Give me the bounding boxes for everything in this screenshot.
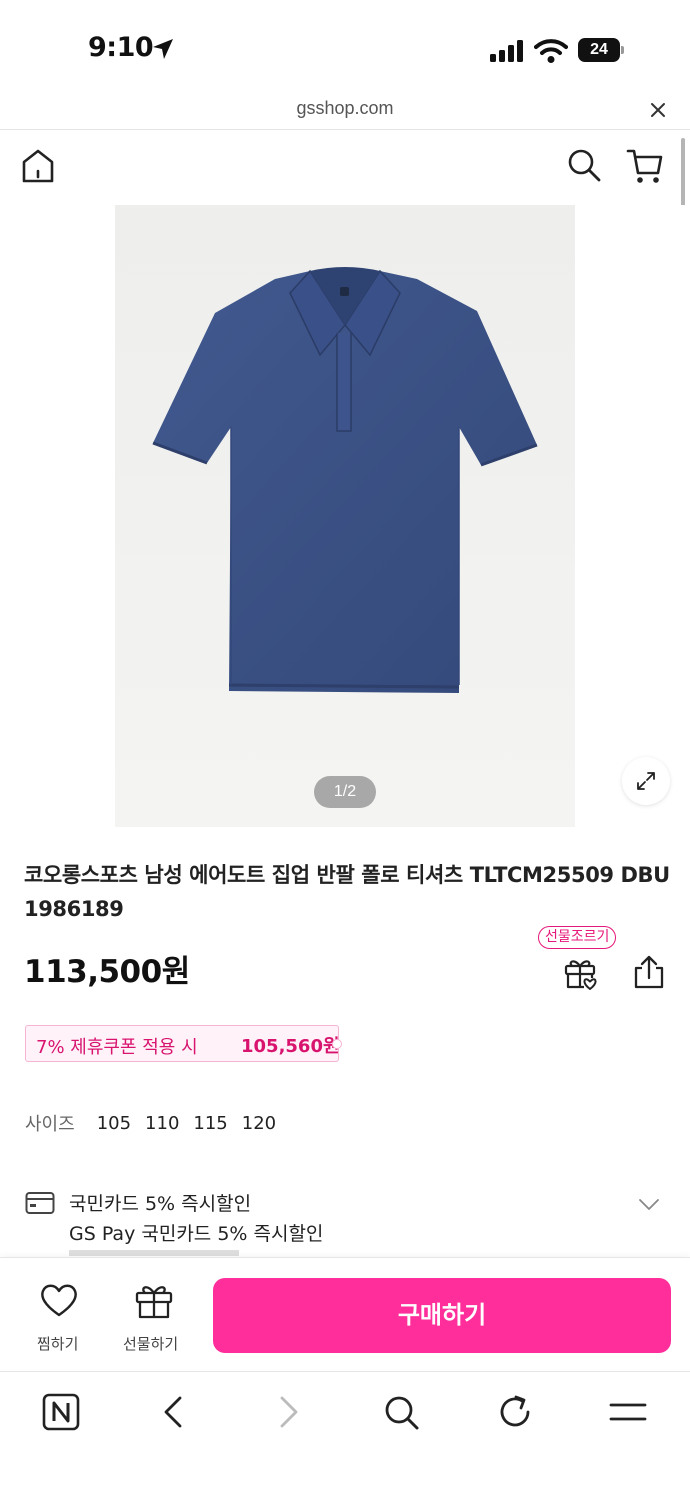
search-icon[interactable]: [566, 147, 602, 183]
card-benefit: GS Pay 국민카드 5% 즉시할인: [69, 1223, 324, 1245]
size-option[interactable]: 120: [242, 1113, 276, 1134]
product-title: 코오롱스포츠 남성 에어도트 집업 반팔 폴로 티셔츠 TLTCM25509 D…: [24, 863, 670, 921]
product-price: 113,500원: [24, 954, 190, 990]
credit-card-icon: [25, 1192, 55, 1214]
polo-shirt-image: [152, 267, 538, 693]
home-icon[interactable]: [20, 147, 56, 185]
cart-icon[interactable]: [626, 147, 664, 185]
back-icon[interactable]: [154, 1392, 194, 1432]
expand-icon: [637, 772, 655, 790]
coupon-banner[interactable]: 7% 제휴쿠폰 적용 시 105,560원: [25, 1025, 342, 1062]
buy-button[interactable]: 구매하기: [213, 1278, 671, 1353]
battery-icon: 24: [578, 38, 624, 62]
gift-request-badge[interactable]: 선물조르기: [538, 926, 617, 949]
coupon-label: 7% 제휴쿠폰 적용 시: [36, 1037, 198, 1058]
naver-home-icon[interactable]: [41, 1392, 81, 1432]
forward-icon[interactable]: [268, 1392, 308, 1432]
app-header: [0, 131, 690, 205]
size-label: 사이즈: [25, 1114, 75, 1135]
image-counter: 1/2: [314, 776, 376, 808]
card-benefit: 국민카드 5% 즉시할인: [69, 1193, 252, 1215]
card-benefit-overflow: [69, 1249, 269, 1257]
search-icon[interactable]: [381, 1392, 421, 1432]
size-option[interactable]: 115: [193, 1113, 227, 1134]
gift-icon[interactable]: [134, 1280, 174, 1320]
wish-label[interactable]: 찜하기: [37, 1333, 78, 1354]
product-image-carousel[interactable]: 1/2: [0, 205, 690, 827]
browser-toolbar: [0, 1371, 690, 1500]
gift-icon[interactable]: [562, 954, 598, 990]
browser-url-bar[interactable]: gsshop.com: [0, 90, 690, 130]
refresh-icon[interactable]: [495, 1392, 535, 1432]
size-option[interactable]: 110: [145, 1113, 179, 1134]
chevron-down-icon[interactable]: [638, 1198, 660, 1212]
coupon-price: 105,560원: [241, 1036, 340, 1057]
battery-level: 24: [578, 38, 620, 62]
purchase-action-bar: 찜하기 선물하기 구매하기: [0, 1257, 690, 1371]
product-photo: [115, 205, 575, 827]
size-option[interactable]: 105: [97, 1113, 131, 1134]
cellular-signal-icon: [490, 40, 523, 62]
location-arrow-icon: [153, 39, 173, 59]
expand-image-button[interactable]: [622, 757, 670, 805]
url-text[interactable]: gsshop.com: [0, 98, 690, 119]
menu-icon[interactable]: [608, 1392, 648, 1432]
status-bar: 9:10 24: [0, 0, 690, 96]
status-time: 9:10: [88, 32, 154, 63]
share-icon[interactable]: [632, 954, 666, 990]
size-list: 사이즈 105 110 115 120: [25, 1111, 290, 1136]
gift-label[interactable]: 선물하기: [123, 1333, 178, 1354]
heart-icon[interactable]: [39, 1282, 79, 1318]
close-icon[interactable]: [648, 100, 668, 120]
wifi-icon: [534, 39, 568, 63]
